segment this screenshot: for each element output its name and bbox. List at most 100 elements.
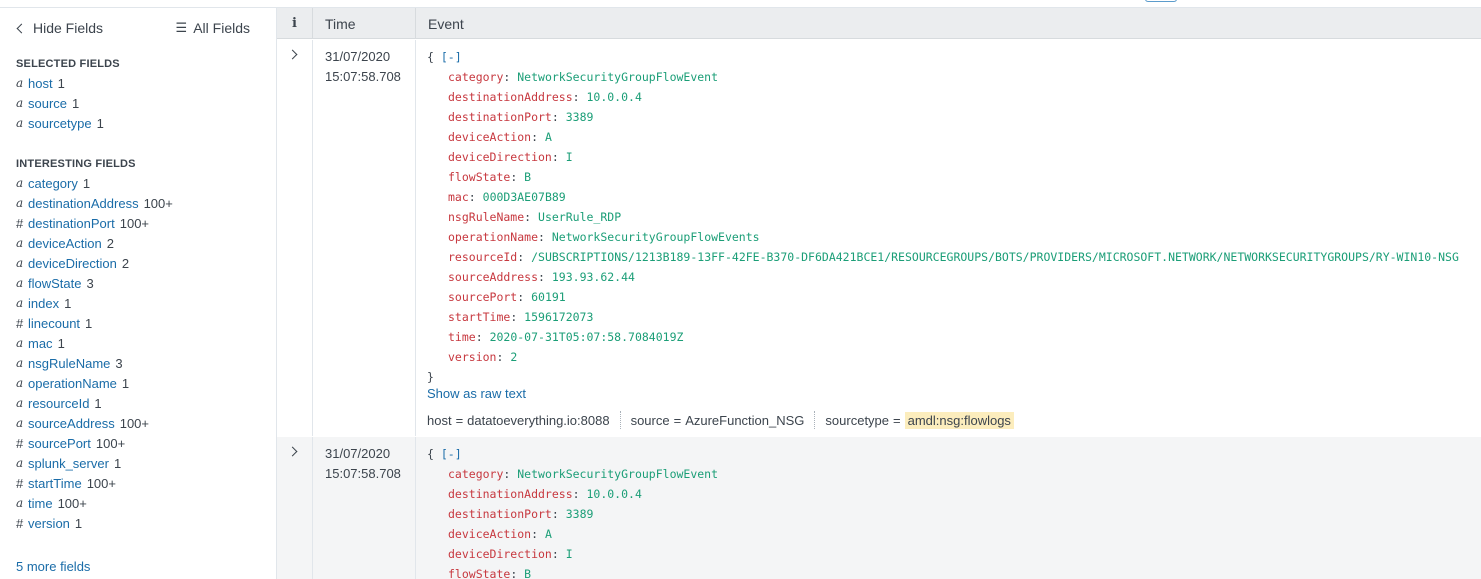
field-name[interactable]: destinationAddress bbox=[28, 196, 139, 211]
json-value[interactable]: NetworkSecurityGroupFlowEvents bbox=[552, 230, 760, 244]
meta-sourcetype[interactable]: sourcetype = amdl:nsg:flowlogs bbox=[815, 411, 1024, 429]
json-key[interactable]: operationName bbox=[448, 230, 538, 244]
time-column-header[interactable]: Time bbox=[313, 8, 416, 39]
chevron-right-icon[interactable] bbox=[287, 446, 298, 457]
json-key[interactable]: sourceAddress bbox=[448, 270, 538, 284]
field-item[interactable]: a mac 1 bbox=[0, 333, 276, 353]
field-item[interactable]: a splunk_server 1 bbox=[0, 453, 276, 473]
more-fields-link[interactable]: 5 more fields bbox=[16, 559, 90, 574]
json-key[interactable]: category bbox=[448, 467, 503, 481]
field-item[interactable]: a deviceDirection 2 bbox=[0, 253, 276, 273]
field-name[interactable]: index bbox=[28, 296, 59, 311]
chevron-right-icon[interactable] bbox=[287, 49, 298, 60]
json-key[interactable]: destinationPort bbox=[448, 110, 552, 124]
field-name[interactable]: source bbox=[28, 96, 67, 111]
field-name[interactable]: version bbox=[28, 516, 70, 531]
field-item[interactable]: a flowState 3 bbox=[0, 273, 276, 293]
json-key[interactable]: deviceAction bbox=[448, 130, 531, 144]
meta-source-value[interactable]: AzureFunction_NSG bbox=[685, 413, 804, 428]
field-item[interactable]: a host 1 bbox=[0, 73, 276, 93]
field-item[interactable]: # destinationPort 100+ bbox=[0, 213, 276, 233]
json-key[interactable]: mac bbox=[448, 190, 469, 204]
json-value[interactable]: B bbox=[524, 567, 531, 579]
show-raw-text-link[interactable]: Show as raw text bbox=[427, 386, 526, 401]
json-value[interactable]: 000D3AE07B89 bbox=[483, 190, 566, 204]
json-key[interactable]: flowState bbox=[448, 170, 510, 184]
field-item[interactable]: a nsgRuleName 3 bbox=[0, 353, 276, 373]
field-item[interactable]: a index 1 bbox=[0, 293, 276, 313]
json-key[interactable]: destinationAddress bbox=[448, 90, 573, 104]
json-key[interactable]: startTime bbox=[448, 310, 510, 324]
field-name[interactable]: sourcePort bbox=[28, 436, 91, 451]
json-value[interactable]: 3389 bbox=[566, 110, 594, 124]
json-value[interactable]: 10.0.0.4 bbox=[586, 90, 641, 104]
field-name[interactable]: sourcetype bbox=[28, 116, 92, 131]
field-name[interactable]: linecount bbox=[28, 316, 80, 331]
field-item[interactable]: a destinationAddress 100+ bbox=[0, 193, 276, 213]
json-value[interactable]: NetworkSecurityGroupFlowEvent bbox=[517, 70, 718, 84]
json-value[interactable]: /SUBSCRIPTIONS/1213B189-13FF-42FE-B370-D… bbox=[531, 250, 1459, 264]
toolbar-button-edge[interactable] bbox=[1145, 0, 1177, 2]
field-item[interactable]: a operationName 1 bbox=[0, 373, 276, 393]
json-value[interactable]: A bbox=[545, 527, 552, 541]
json-key[interactable]: category bbox=[448, 70, 503, 84]
meta-host[interactable]: host = datatoeverything.io:8088 bbox=[427, 411, 621, 429]
field-item[interactable]: a source 1 bbox=[0, 93, 276, 113]
json-value[interactable]: A bbox=[545, 130, 552, 144]
json-key[interactable]: time bbox=[448, 330, 476, 344]
field-item[interactable]: # linecount 1 bbox=[0, 313, 276, 333]
json-key[interactable]: sourcePort bbox=[448, 290, 517, 304]
json-value[interactable]: UserRule_RDP bbox=[538, 210, 621, 224]
meta-host-value[interactable]: datatoeverything.io:8088 bbox=[467, 413, 609, 428]
field-name[interactable]: splunk_server bbox=[28, 456, 109, 471]
field-item[interactable]: # sourcePort 100+ bbox=[0, 433, 276, 453]
json-key[interactable]: deviceDirection bbox=[448, 150, 552, 164]
info-column-header[interactable]: i bbox=[277, 8, 313, 39]
json-value[interactable]: 60191 bbox=[531, 290, 566, 304]
field-name[interactable]: time bbox=[28, 496, 53, 511]
field-name[interactable]: mac bbox=[28, 336, 53, 351]
field-name[interactable]: operationName bbox=[28, 376, 117, 391]
meta-source[interactable]: source = AzureFunction_NSG bbox=[621, 411, 816, 429]
field-item[interactable]: a sourcetype 1 bbox=[0, 113, 276, 133]
json-key[interactable]: destinationPort bbox=[448, 507, 552, 521]
json-value[interactable]: 2 bbox=[510, 350, 517, 364]
field-name[interactable]: deviceAction bbox=[28, 236, 102, 251]
field-name[interactable]: category bbox=[28, 176, 78, 191]
field-name[interactable]: host bbox=[28, 76, 53, 91]
json-value[interactable]: 10.0.0.4 bbox=[586, 487, 641, 501]
json-key[interactable]: resourceId bbox=[448, 250, 517, 264]
json-key[interactable]: flowState bbox=[448, 567, 510, 579]
hide-fields-button[interactable]: Hide Fields bbox=[16, 20, 103, 36]
meta-sourcetype-value[interactable]: amdl:nsg:flowlogs bbox=[904, 411, 1014, 429]
collapse-toggle[interactable]: [-] bbox=[441, 50, 462, 64]
json-value[interactable]: I bbox=[566, 547, 573, 561]
json-value[interactable]: B bbox=[524, 170, 531, 184]
field-name[interactable]: destinationPort bbox=[28, 216, 115, 231]
field-item[interactable]: a sourceAddress 100+ bbox=[0, 413, 276, 433]
json-value[interactable]: 2020-07-31T05:07:58.7084019Z bbox=[490, 330, 684, 344]
field-name[interactable]: sourceAddress bbox=[28, 416, 115, 431]
json-key[interactable]: nsgRuleName bbox=[448, 210, 524, 224]
json-value[interactable]: 193.93.62.44 bbox=[552, 270, 635, 284]
all-fields-button[interactable]: ☰ All Fields bbox=[176, 20, 250, 36]
field-name[interactable]: flowState bbox=[28, 276, 81, 291]
json-value[interactable]: 1596172073 bbox=[524, 310, 593, 324]
field-name[interactable]: deviceDirection bbox=[28, 256, 117, 271]
collapse-toggle[interactable]: [-] bbox=[441, 447, 462, 461]
json-value[interactable]: 3389 bbox=[566, 507, 594, 521]
json-key[interactable]: deviceDirection bbox=[448, 547, 552, 561]
json-key[interactable]: destinationAddress bbox=[448, 487, 573, 501]
field-item[interactable]: a resourceId 1 bbox=[0, 393, 276, 413]
field-item[interactable]: # version 1 bbox=[0, 513, 276, 533]
field-name[interactable]: resourceId bbox=[28, 396, 89, 411]
json-key[interactable]: deviceAction bbox=[448, 527, 531, 541]
field-item[interactable]: # startTime 100+ bbox=[0, 473, 276, 493]
field-item[interactable]: a deviceAction 2 bbox=[0, 233, 276, 253]
field-item[interactable]: a time 100+ bbox=[0, 493, 276, 513]
json-value[interactable]: NetworkSecurityGroupFlowEvent bbox=[517, 467, 718, 481]
field-name[interactable]: nsgRuleName bbox=[28, 356, 110, 371]
json-key[interactable]: version bbox=[448, 350, 496, 364]
field-name[interactable]: startTime bbox=[28, 476, 82, 491]
json-value[interactable]: I bbox=[566, 150, 573, 164]
